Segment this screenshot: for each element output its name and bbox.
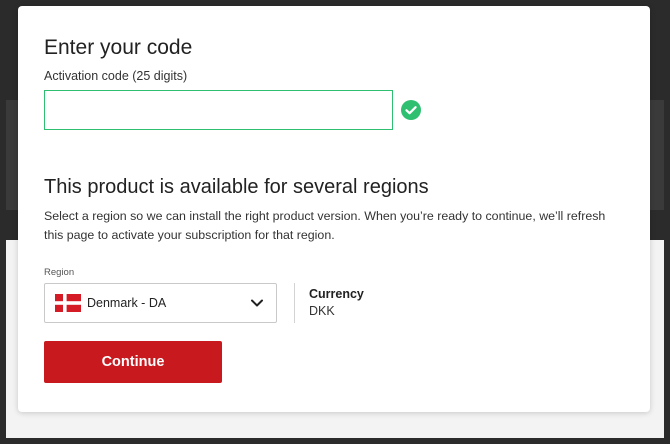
page-title: Enter your code — [44, 36, 193, 59]
activation-code-row — [44, 90, 624, 130]
denmark-flag-icon — [55, 294, 81, 312]
currency-title: Currency — [309, 287, 364, 301]
region-label: Region — [44, 267, 75, 278]
region-row: Denmark - DA Currency DKK — [44, 283, 624, 323]
activation-code-input[interactable] — [44, 90, 393, 130]
backdrop-edge-left — [0, 0, 6, 444]
continue-button[interactable]: Continue — [44, 341, 222, 383]
chevron-down-icon — [250, 298, 264, 308]
activation-code-label: Activation code (25 digits) — [44, 69, 188, 83]
region-selected-value: Denmark - DA — [87, 296, 167, 310]
currency-info: Currency DKK — [309, 286, 364, 320]
activation-modal: Enter your code Activation code (25 digi… — [18, 6, 650, 412]
regions-title: This product is available for several re… — [44, 176, 429, 198]
modal-content: Enter your code Activation code (25 digi… — [44, 34, 624, 383]
region-currency-divider — [294, 283, 295, 323]
currency-value: DKK — [309, 304, 335, 318]
check-circle-icon — [401, 100, 421, 120]
backdrop-edge-right — [664, 0, 670, 444]
region-select[interactable]: Denmark - DA — [44, 283, 277, 323]
regions-description: Select a region so we can install the ri… — [44, 209, 606, 242]
backdrop-edge-bottom — [0, 438, 670, 444]
